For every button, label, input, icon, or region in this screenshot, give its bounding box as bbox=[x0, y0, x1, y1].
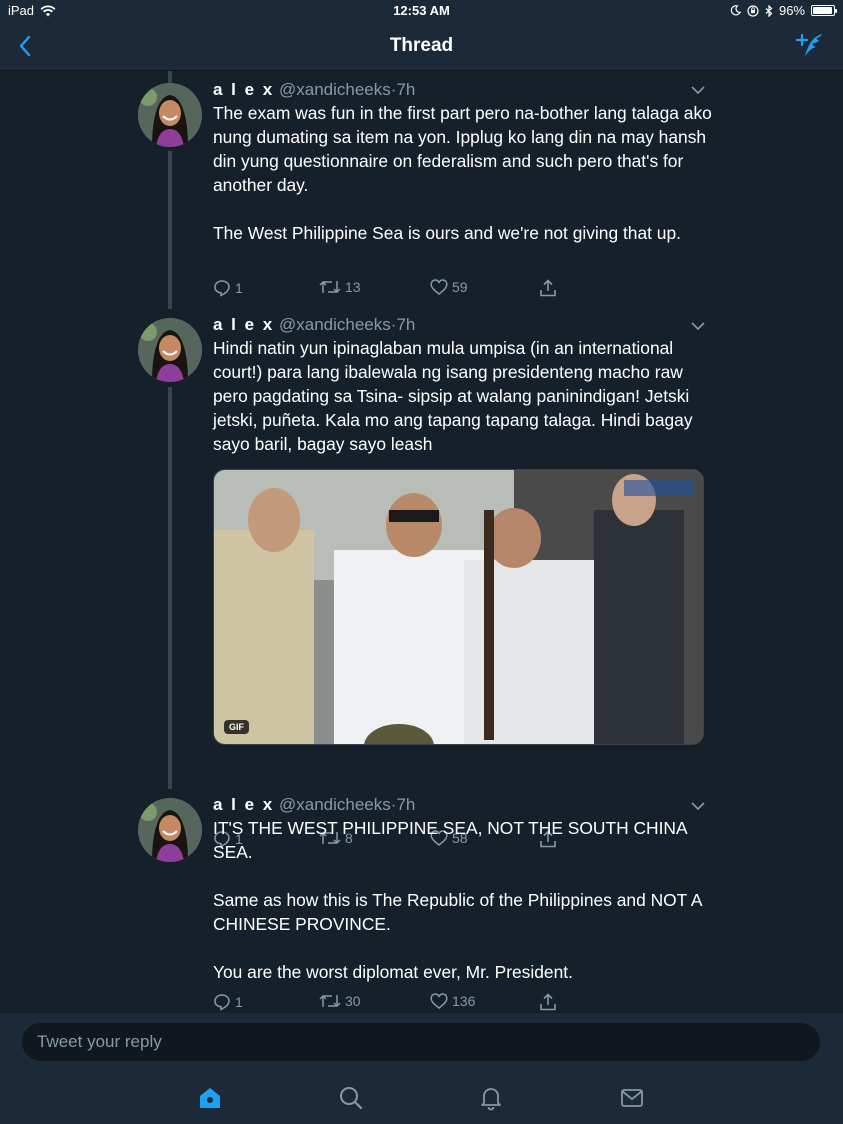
tab-notifications[interactable] bbox=[478, 1085, 504, 1111]
tweet-time[interactable]: 7h bbox=[396, 795, 415, 814]
rotation-lock-icon bbox=[747, 4, 759, 17]
like-button[interactable]: 136 bbox=[430, 993, 475, 1009]
home-icon bbox=[200, 1088, 220, 1108]
reply-bar bbox=[0, 1013, 843, 1073]
retweet-count: 13 bbox=[345, 279, 361, 295]
reply-button[interactable]: 1 bbox=[213, 279, 243, 297]
battery-fill bbox=[813, 7, 833, 14]
reply-count: 1 bbox=[235, 994, 243, 1010]
share-icon bbox=[540, 993, 556, 1011]
search-icon bbox=[340, 1087, 363, 1110]
reply-button[interactable]: 1 bbox=[213, 993, 243, 1011]
reply-count: 1 bbox=[235, 280, 243, 296]
tweet-actions: 1 30 136 bbox=[213, 993, 573, 1013]
chevron-down-icon[interactable] bbox=[690, 321, 706, 331]
tweet-time[interactable]: 7h bbox=[396, 80, 415, 99]
status-time: 12:53 AM bbox=[393, 3, 450, 18]
retweet-button[interactable]: 13 bbox=[319, 279, 361, 295]
retweet-count: 30 bbox=[345, 993, 361, 1009]
tweet-time[interactable]: 7h bbox=[396, 315, 415, 334]
battery-percent: 96% bbox=[778, 3, 805, 18]
gif-preview-image bbox=[214, 470, 703, 744]
tweet-media-gif[interactable]: GIF bbox=[213, 469, 704, 745]
like-count: 59 bbox=[452, 279, 468, 295]
avatar-image bbox=[138, 83, 202, 147]
navigation-bar: Thread bbox=[0, 22, 843, 71]
share-button[interactable] bbox=[539, 993, 557, 1011]
heart-icon bbox=[430, 279, 448, 295]
reply-icon bbox=[214, 280, 230, 297]
tab-home[interactable] bbox=[197, 1085, 223, 1111]
thread-feed[interactable]: a l e x @xandicheeks·7h The exam was fun… bbox=[0, 71, 843, 1013]
tweet-author-name[interactable]: a l e x bbox=[213, 80, 274, 99]
messages-envelope-icon bbox=[621, 1089, 643, 1107]
bluetooth-icon bbox=[765, 4, 773, 17]
share-button[interactable] bbox=[539, 279, 557, 297]
chevron-down-icon[interactable] bbox=[690, 801, 706, 811]
reply-input[interactable] bbox=[22, 1023, 820, 1061]
tweet-author-handle[interactable]: @xandicheeks bbox=[279, 315, 391, 334]
tweet-text: Hindi natin yun ipinaglaban mula umpisa … bbox=[213, 338, 693, 454]
share-icon bbox=[540, 279, 556, 297]
notifications-bell-icon bbox=[481, 1088, 501, 1111]
reply-icon bbox=[214, 994, 230, 1011]
heart-icon bbox=[430, 993, 448, 1009]
tweet-text: IT'S THE WEST PHILIPPINE SEA, NOT THE SO… bbox=[213, 818, 702, 982]
tab-bar bbox=[0, 1073, 843, 1124]
avatar-image bbox=[138, 798, 202, 862]
compose-tweet-icon bbox=[795, 33, 822, 57]
tweet-actions: 1 13 59 bbox=[213, 279, 573, 299]
tweet-author-name[interactable]: a l e x bbox=[213, 795, 274, 814]
like-button[interactable]: 59 bbox=[430, 279, 468, 295]
tweet-author-handle[interactable]: @xandicheeks bbox=[279, 795, 391, 814]
thread-connector bbox=[168, 71, 172, 83]
tab-search[interactable] bbox=[338, 1085, 364, 1111]
thread-connector bbox=[168, 387, 172, 789]
avatar[interactable] bbox=[138, 318, 202, 382]
like-count: 136 bbox=[452, 993, 476, 1009]
retweet-icon bbox=[319, 994, 341, 1008]
retweet-button[interactable]: 30 bbox=[319, 993, 361, 1009]
tab-messages[interactable] bbox=[619, 1085, 645, 1111]
thread-connector bbox=[168, 151, 172, 309]
tweet-author-name[interactable]: a l e x bbox=[213, 315, 274, 334]
avatar[interactable] bbox=[138, 798, 202, 862]
compose-tweet-button[interactable] bbox=[795, 32, 825, 60]
retweet-icon bbox=[319, 280, 341, 294]
status-bar: iPad 12:53 AM 96% bbox=[0, 0, 843, 22]
tweet-text: The exam was fun in the first part pero … bbox=[213, 103, 712, 243]
gif-badge: GIF bbox=[224, 720, 249, 734]
chevron-down-icon[interactable] bbox=[690, 85, 706, 95]
page-title: Thread bbox=[389, 35, 454, 56]
tweet-author-handle[interactable]: @xandicheeks bbox=[279, 80, 391, 99]
avatar-image bbox=[138, 318, 202, 382]
avatar[interactable] bbox=[138, 83, 202, 147]
battery-icon bbox=[811, 5, 837, 16]
moon-icon bbox=[730, 5, 741, 16]
